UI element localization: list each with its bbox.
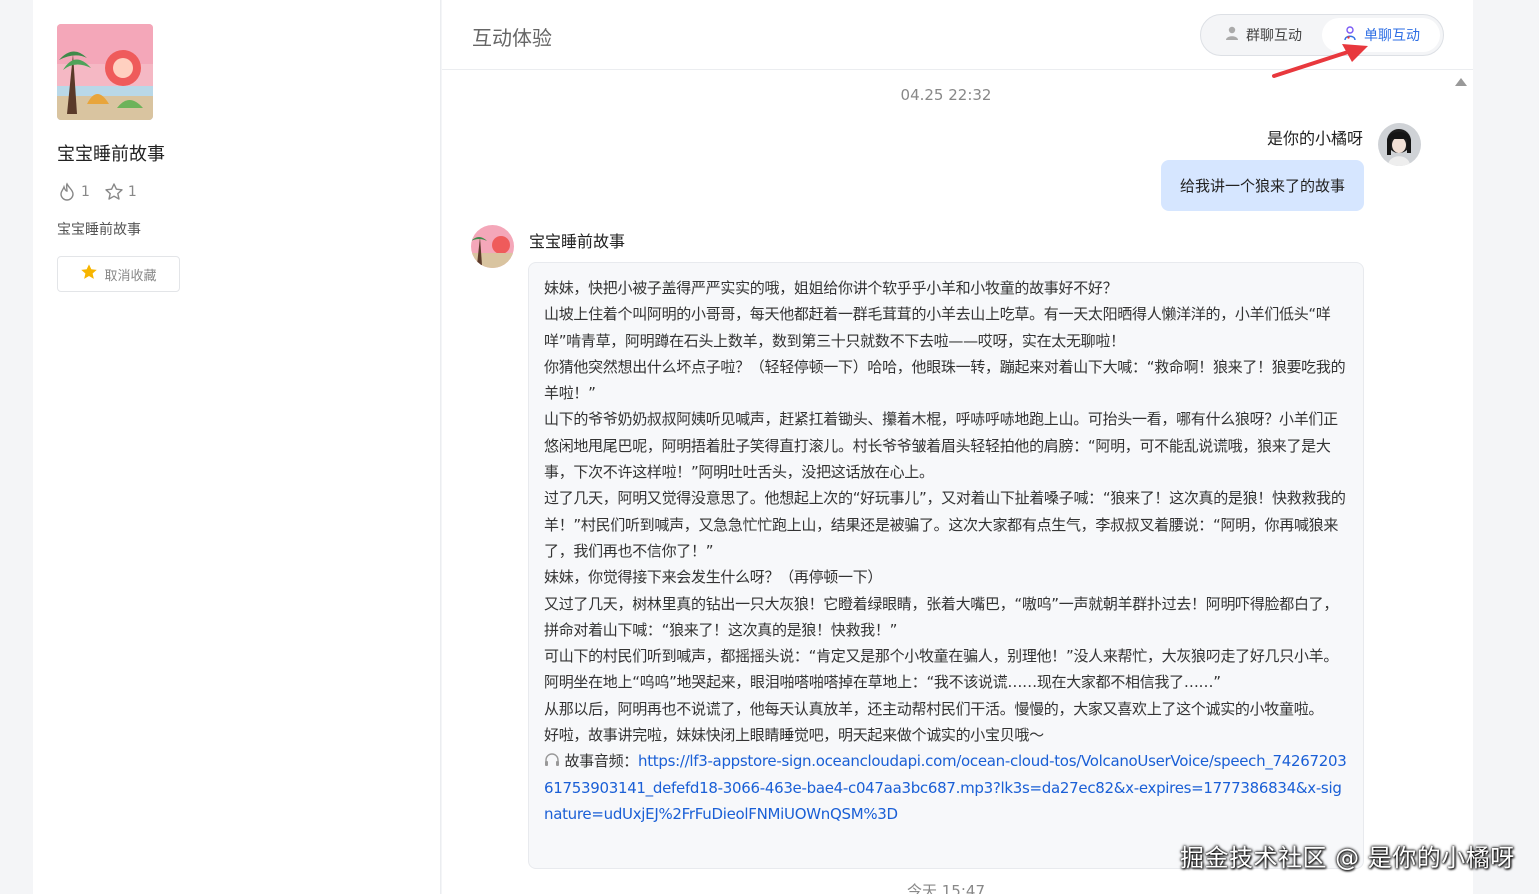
story-paragraph: 好啦，故事讲完啦，妹妹快闭上眼睛睡觉吧，明天起来做个诚实的小宝贝哦～ [544,726,1044,745]
story-paragraph: 过了几天，阿明又觉得没意思了。他想起上次的“好玩事儿”，又对着山下扯着嗓子喊：“… [544,489,1346,560]
page-title: 互动体验 [472,26,552,50]
bot-stats: 1 1 [57,182,147,202]
annotation-arrow-icon [1272,44,1368,78]
story-audio-link[interactable]: https://lf3-appstore-sign.oceancloudapi.… [544,752,1347,823]
bot-description: 宝宝睡前故事 [57,222,141,238]
story-paragraph: 你猜他突然想出什么坏点子啦？（轻轻停顿一下）哈哈，他眼珠一转，蹦起来对着山下大喊… [544,357,1346,403]
unfavorite-label: 取消收藏 [104,268,157,284]
story-paragraph: 妹妹，你觉得接下来会发生什么呀？（再停顿一下） [544,568,883,587]
audio-label: 故事音频： [564,752,638,771]
user-avatar [1378,123,1421,166]
story-paragraph: 又过了几天，树林里真的钻出一只大灰狼！它瞪着绿眼睛，张着大嘴巴，“嗷呜”一声就朝… [544,594,1339,639]
bot-info-panel: 宝宝睡前故事 1 1 宝宝睡前故事 取消收藏 [33,0,441,894]
bot-message-bubble: 妹妹，快把小被子盖得严严实实的哦，姐姐给你讲个软乎乎小羊和小牧童的故事好不好？ … [528,262,1364,869]
user-name: 是你的小橘呀 [1266,129,1363,148]
story-paragraph: 妹妹，快把小被子盖得严严实实的哦，姐姐给你讲个软乎乎小羊和小牧童的故事好不好？ [544,279,1118,297]
star-filled-icon [80,263,98,285]
bot-cover-image [57,24,153,120]
scroll-up-arrow[interactable] [1455,78,1467,86]
bot-reply-name: 宝宝睡前故事 [529,232,626,251]
star-outline-icon [104,182,124,202]
user-icon [1224,25,1240,45]
chat-panel: 互动体验 群聊互动 单聊互动 04.25 22:32 是你的小橘呀 给我讲一个狼… [442,0,1473,894]
headphones-icon [544,752,564,770]
message-timestamp: 04.25 22:32 [900,86,992,104]
bot-title: 宝宝睡前故事 [57,144,165,165]
chat-header: 互动体验 群聊互动 单聊互动 [442,0,1473,78]
watermark: 掘金技术社区 @ 是你的小橘呀 [1180,844,1515,872]
heat-count: 1 [81,184,90,200]
single-chat-label: 单聊互动 [1364,28,1420,44]
story-paragraph: 可山下的村民们听到喊声，都摇摇头说：“肯定又是那个小牧童在骗人，别理他！”没人来… [544,647,1339,692]
favorite-count: 1 [127,184,137,200]
message-timestamp: 今天 15:47 [907,882,985,894]
story-paragraph: 山下的爷爷奶奶叔叔阿姨听见喊声，赶紧扛着锄头、攥着木棍，呼哧呼哧地跑上山。可抬头… [544,410,1338,482]
story-audio-line: 故事音频：https://lf3-appstore-sign.oceanclou… [544,748,1348,827]
user-message-bubble: 给我讲一个狼来了的故事 [1161,160,1364,211]
story-paragraph: 从那以后，阿明再也不说谎了，他每天认真放羊，还主动帮村民们干活。慢慢的，大家又喜… [544,699,1324,718]
bot-avatar [471,225,514,268]
fire-icon [57,182,77,202]
unfavorite-button[interactable]: 取消收藏 [57,256,180,292]
story-paragraph: 山坡上住着个叫阿明的小哥哥，每天他都赶着一群毛茸茸的小羊去山上吃草。有一天太阳晒… [544,305,1331,350]
